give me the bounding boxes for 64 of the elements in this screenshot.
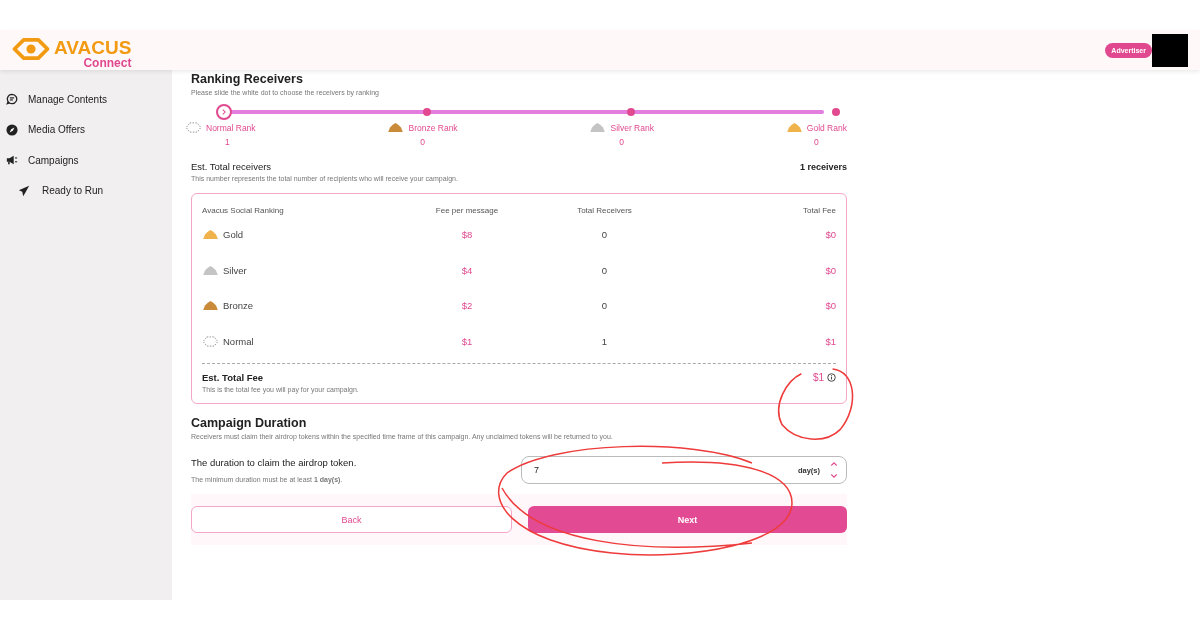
slider-stop-dot — [832, 108, 840, 116]
section-title: Campaign Duration — [191, 416, 308, 431]
column-header: Total Receivers — [576, 205, 633, 215]
receivers-count: 1 receivers — [799, 161, 847, 172]
rank-label: Gold Rank — [806, 122, 847, 133]
rank-icon — [387, 122, 405, 133]
info-icon[interactable] — [827, 373, 836, 383]
duration-label: The duration to claim the airdrop token. — [191, 457, 357, 469]
redaction-block — [1152, 33, 1188, 67]
chat-icon — [6, 93, 18, 106]
table-cell: Normal — [223, 336, 254, 348]
sidebar-item[interactable]: Manage Contents — [0, 84, 172, 115]
column-header: Fee per message — [434, 205, 500, 215]
rank-icon — [589, 122, 607, 133]
product-name: Connect — [83, 56, 132, 69]
brand-name: AVACUS — [54, 37, 132, 57]
rank-label: Normal Rank — [206, 122, 256, 133]
sidebar-item[interactable]: Campaigns — [0, 145, 172, 176]
rank-icon — [785, 122, 803, 133]
eye-logo-icon — [12, 37, 50, 60]
megaphone-icon — [6, 154, 18, 167]
table-cell: Gold — [223, 229, 244, 241]
table-cell-text: $0 — [824, 300, 836, 312]
section-title: Ranking Receivers — [191, 72, 304, 86]
compass-icon — [6, 123, 18, 136]
table-cell-text: $1 — [460, 336, 474, 348]
slider-stop-dot — [627, 108, 636, 116]
table-cell-text: 1 — [600, 336, 609, 348]
rank-icon — [202, 229, 219, 241]
rank-label: Silver Rank — [610, 122, 654, 133]
sidebar-item[interactable]: Media Offers — [0, 114, 172, 145]
column-header: Avacus Social Ranking — [202, 205, 285, 215]
table-cell-text: $0 — [824, 264, 836, 276]
rank-count: 0 — [420, 137, 425, 147]
next-button[interactable]: Next — [528, 506, 847, 534]
table-cell-text: $1 — [824, 336, 836, 348]
send-icon — [18, 184, 30, 197]
table-cell-text: 0 — [600, 264, 609, 276]
total-fee-label: Est. Total Fee — [202, 372, 264, 384]
total-fee-value: $1 — [812, 372, 824, 384]
table-cell-text: 0 — [600, 300, 609, 312]
rank-label: Bronze Rank — [408, 122, 458, 133]
back-button[interactable]: Back — [191, 506, 512, 534]
slider-thumb[interactable] — [216, 104, 232, 120]
sidebar-item[interactable]: Ready to Run — [0, 175, 172, 206]
dashed-rank-icon — [185, 122, 202, 133]
table-cell-text: $0 — [824, 229, 836, 241]
duration-input[interactable]: 7 — [532, 464, 798, 477]
dashed-rank-icon — [202, 336, 219, 348]
slider-stop-dot — [422, 108, 431, 116]
table-cell-text: $8 — [460, 229, 474, 241]
rank-count: 0 — [814, 137, 819, 147]
spinner-arrows-icon[interactable] — [830, 461, 838, 480]
column-header: Total Fee — [802, 205, 836, 215]
rank-icon — [202, 264, 219, 276]
table-cell-text: 0 — [600, 229, 609, 241]
section-title: Est. Total receivers — [191, 161, 272, 172]
rank-icon — [202, 300, 219, 312]
table-cell: Silver — [223, 264, 247, 276]
table-cell-text: $2 — [460, 300, 474, 312]
rank-count: 0 — [619, 137, 625, 147]
rank-count: 1 — [224, 137, 230, 147]
table-cell: Bronze — [223, 300, 254, 312]
table-cell-text: $4 — [460, 264, 474, 276]
